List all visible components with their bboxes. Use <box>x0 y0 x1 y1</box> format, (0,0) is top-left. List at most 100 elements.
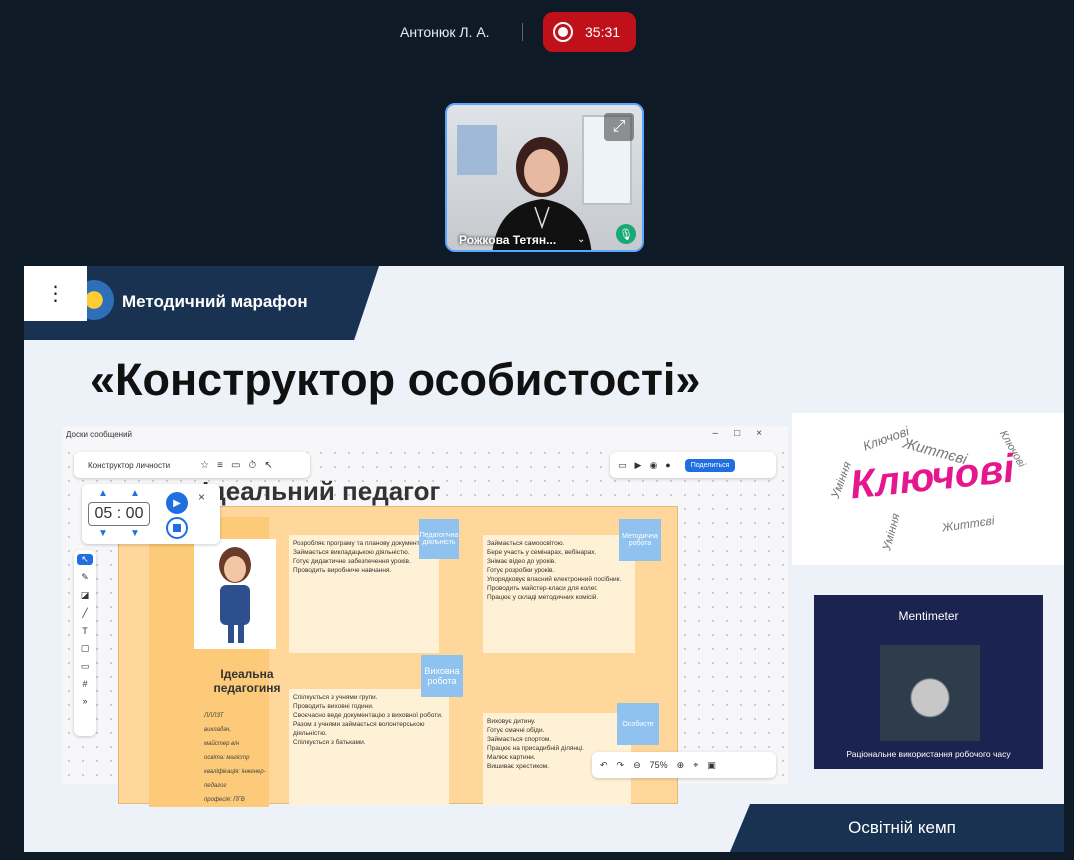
card-line: Упорядковує власний електронний посібник… <box>487 576 622 583</box>
card-pedagogical[interactable]: Розробляє програму та планову документац… <box>289 535 439 653</box>
card-methodical[interactable]: Займається самоосвітою. Бере участь у се… <box>483 535 635 653</box>
line-tool-icon[interactable]: ╱ <box>82 608 87 619</box>
card-line: Займається викладацькою діяльністю. <box>293 549 410 556</box>
video-icon[interactable]: ▶ <box>635 460 642 471</box>
share-button[interactable]: Поделиться <box>684 458 736 472</box>
mentimeter-logo: Mentimeter <box>898 609 959 623</box>
sticky-tool-icon[interactable]: ▢ <box>81 643 90 654</box>
card-line: Разом з учнями займається волонтерською … <box>293 721 425 737</box>
seconds-down-icon[interactable]: ▼ <box>130 528 140 539</box>
whiteboard-window-title: Доски сообщений <box>66 430 133 439</box>
map-icon[interactable]: ⌖ <box>693 760 698 771</box>
expand-icon[interactable]: ⤢ <box>604 113 634 141</box>
minutes-up-icon[interactable]: ▲ <box>98 488 108 499</box>
mic-icon[interactable]: 🎙 <box>616 224 636 244</box>
zoom-level[interactable]: 75% <box>650 760 668 770</box>
sticky-methodical[interactable]: Методична робота <box>619 519 661 561</box>
persona-profile: ЛЛЛЗТ викладач, майстер в/н освіта: магі… <box>204 709 269 807</box>
participant-name: Рожкова Тетян... <box>459 233 557 247</box>
persona-line: освіта: магістр <box>204 755 250 761</box>
timer-minutes: 05 <box>94 505 113 522</box>
wordcloud-image: Ключові Життєві Уміння Життєві Ключові У… <box>792 413 1064 565</box>
pen-tool-icon[interactable]: ✎ <box>81 572 89 583</box>
stop-button[interactable] <box>166 517 188 539</box>
card-line: Бере участь у семінарах, вебінарах. <box>487 549 597 556</box>
call-top-bar: Антонюк Л. А. 35:31 <box>0 0 1074 64</box>
board-right-toolbar: ▭ ▶ ◉ ● Поделиться <box>610 452 776 478</box>
zoom-out-icon[interactable]: ⊖ <box>633 760 641 771</box>
shared-screen-slide: Методичний марафон ⋮ «Конструктор особис… <box>24 266 1064 852</box>
undo-icon[interactable]: ↶ <box>600 760 608 771</box>
close-icon[interactable]: × <box>198 490 205 504</box>
select-tool-icon[interactable]: ↖ <box>77 554 93 565</box>
persona-line: кваліфікація: інженер-педагог <box>204 769 266 789</box>
card-line: Займається самоосвітою. <box>487 540 565 547</box>
cursor-icon[interactable]: ↖ <box>264 460 272 471</box>
board-heading: Ідеальний педагог <box>202 476 441 506</box>
comment-tool-icon[interactable]: ▭ <box>81 661 90 672</box>
slide-title: «Конструктор особистості» <box>90 354 701 405</box>
wordcloud-word: Уміння <box>879 511 903 553</box>
participant-video-tile[interactable]: ⤢ Рожкова Тетян... ⌄ 🎙 <box>445 103 644 252</box>
timer-icon[interactable]: ⏱ <box>248 460 256 471</box>
slide-footer: Освітній кемп <box>730 804 1064 852</box>
list-icon[interactable]: ≡ <box>217 460 223 471</box>
minutes-down-icon[interactable]: ▼ <box>98 528 108 539</box>
chevron-down-icon[interactable]: ⌄ <box>577 234 585 245</box>
comment-icon[interactable]: ▭ <box>618 460 627 471</box>
host-name: Антонюк Л. А. <box>400 24 490 40</box>
more-options-icon[interactable]: ⋮ <box>24 266 87 321</box>
zoom-in-icon[interactable]: ⊕ <box>677 760 685 771</box>
timer-colon: : <box>112 505 126 522</box>
seconds-up-icon[interactable]: ▲ <box>130 488 140 499</box>
window-controls[interactable]: –□× <box>713 428 778 439</box>
shapes-tool-icon[interactable]: ◪ <box>81 590 90 601</box>
card-line: Готує смачні обіди. <box>487 727 545 734</box>
persona-column: Ідеальна педагогиня ЛЛЛЗТ викладач, майс… <box>149 517 281 807</box>
card-line: Своєчасно веде документацію з виховної р… <box>293 712 443 719</box>
divider <box>522 23 523 41</box>
card-line: Займається спортом. <box>487 736 552 743</box>
card-line: Виховує дитину. <box>487 718 536 725</box>
board-side-toolbar: ↖ ✎ ◪ ╱ T ▢ ▭ # » <box>74 550 96 736</box>
sticky-personal[interactable]: Особисте <box>617 703 659 745</box>
timer-seconds: 00 <box>125 505 144 522</box>
persona-line: професія: ПГВ <box>204 797 245 803</box>
text-tool-icon[interactable]: T <box>82 626 88 636</box>
eye-icon[interactable]: ◉ <box>649 460 657 471</box>
persona-line: викладач, <box>204 727 232 733</box>
present-icon[interactable]: ▭ <box>231 460 240 471</box>
clock-image <box>880 645 980 741</box>
recording-indicator[interactable]: 35:31 <box>543 12 636 52</box>
zoom-toolbar: ↶ ↷ ⊖ 75% ⊕ ⌖ ▣ <box>592 752 776 778</box>
card-line: Знімає відео до уроків. <box>487 558 557 565</box>
redo-icon[interactable]: ↷ <box>617 760 625 771</box>
wordcloud-main-word: Ключові <box>848 446 1017 508</box>
persona-label: Ідеальна педагогиня <box>213 667 281 695</box>
sticky-pedagogical[interactable]: Педагогічна діяльність <box>419 519 459 559</box>
whiteboard-app: Доски сообщений –□× Ідеальний педагог Ід… <box>62 426 788 807</box>
persona-avatar <box>194 539 276 649</box>
card-line: Готує дидактичне забезпечення уроків. <box>293 558 411 565</box>
board-name[interactable]: Конструктор личности <box>88 461 170 470</box>
star-icon[interactable]: ☆ <box>200 460 209 471</box>
card-line: Проводить виробниче навчання. <box>293 567 392 574</box>
layers-icon[interactable]: ▣ <box>707 760 716 771</box>
card-educational[interactable]: Спілкується з учнями групи. Проводить ви… <box>289 689 449 805</box>
card-line: Працює у складі методичних комісій. <box>487 594 599 601</box>
banner-title: Методичний марафон <box>122 292 308 311</box>
card-line: Проводить майстер-класи для колег. <box>487 585 598 592</box>
sticky-educational[interactable]: Виховна робота <box>421 655 463 697</box>
card-line: Розробляє програму та планову документац… <box>293 540 435 547</box>
board-top-toolbar: Конструктор личности ☆ ≡ ▭ ⏱ ↖ <box>74 452 310 478</box>
frame-tool-icon[interactable]: # <box>82 679 87 689</box>
card-line: Спілкується з батьками. <box>293 739 366 746</box>
more-tools-icon[interactable]: » <box>82 696 87 706</box>
recording-time: 35:31 <box>585 24 621 40</box>
timer-display[interactable]: 05 : 00 <box>88 502 150 526</box>
card-line: Проводить виховні години. <box>293 703 374 710</box>
user-avatar-icon[interactable]: ● <box>665 460 670 470</box>
play-button[interactable]: ▶ <box>166 492 188 514</box>
persona-abbr: ЛЛЛЗТ <box>204 713 224 719</box>
wordcloud-word: Життєві <box>941 513 996 535</box>
